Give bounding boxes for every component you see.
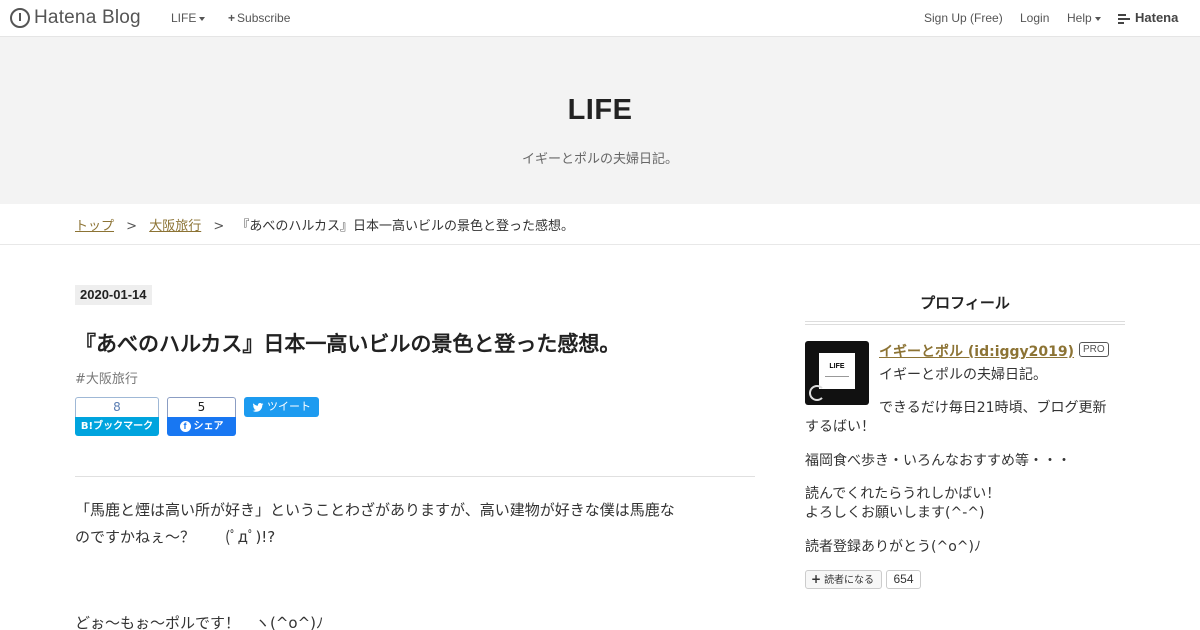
breadcrumb: トップ > 大阪旅行 > 『あべのハルカス』日本一高いビルの景色と登った感想。 xyxy=(75,215,574,234)
blog-header: LIFE イギーとポルの夫婦日記。 xyxy=(0,37,1200,204)
subscribe-link[interactable]: + Subscribe xyxy=(228,11,290,25)
profile-bio-line: よろしくお願いします(^-^) xyxy=(805,505,985,521)
plus-icon: + xyxy=(811,572,822,586)
entry-paragraph: どぉ～もぉ～ポルです！ ヽ(^o^)ﾉ xyxy=(75,610,755,630)
hatena-brand-link[interactable]: Hatena xyxy=(1118,10,1178,25)
avatar-arc-decoration xyxy=(809,385,825,401)
caret-down-icon xyxy=(1094,16,1101,21)
tweet-button[interactable]: ツイート xyxy=(244,397,319,417)
blog-menu-label: LIFE xyxy=(171,11,197,25)
breadcrumb-separator: > xyxy=(213,219,225,234)
facebook-label-wrap: f シェア xyxy=(167,417,236,436)
breadcrumb-separator: > xyxy=(126,219,138,234)
facebook-count: 5 xyxy=(167,397,236,417)
entry-category-link[interactable]: #大阪旅行 xyxy=(75,368,138,387)
subscribe-label: Subscribe xyxy=(237,11,291,25)
reader-button-label: 読者になる xyxy=(824,575,875,586)
subscribe-reader-button[interactable]: + 読者になる xyxy=(805,570,882,589)
help-dropdown[interactable]: Help xyxy=(1067,11,1101,25)
signup-link[interactable]: Sign Up (Free) xyxy=(924,11,1003,25)
entry-line: どぉ～もぉ～ポルです！ ヽ(^o^)ﾉ xyxy=(75,614,324,630)
breadcrumb-top-link[interactable]: トップ xyxy=(75,219,114,234)
twitter-bird-icon xyxy=(252,402,264,412)
blog-title[interactable]: LIFE xyxy=(0,94,1200,127)
entry-date[interactable]: 2020-01-14 xyxy=(75,285,152,305)
breadcrumb-divider xyxy=(0,244,1200,245)
avatar-text: LIFE xyxy=(829,363,845,370)
reader-count: 654 xyxy=(886,570,921,589)
entry-divider xyxy=(75,476,755,477)
profile-bio-line: 福岡食べ歩き・いろんなおすすめ等・・・ xyxy=(805,453,1071,469)
entry-line: のですかねぇ～？ (ﾟдﾟ)!? xyxy=(75,528,276,546)
entry-paragraph: 「馬鹿と煙は高い所が好き」ということわざがありますが、高い建物が好きな僕は馬鹿な… xyxy=(75,497,755,551)
bookmark-label: B!ブックマーク xyxy=(75,417,159,436)
pro-badge: PRO xyxy=(1079,342,1109,357)
profile-heading-rule xyxy=(805,321,1125,325)
profile-bio-line: イギーとポルの夫婦日記。 xyxy=(879,367,1047,383)
hatena-logo-icon xyxy=(10,8,30,28)
profile-bio-line: できるだけ毎日21時頃、ブログ更新 xyxy=(879,400,1107,416)
help-label: Help xyxy=(1067,11,1092,25)
breadcrumb-current: 『あべのハルカス』日本一高いビルの景色と登った感想。 xyxy=(236,219,575,234)
facebook-icon: f xyxy=(179,420,191,432)
breadcrumb-category-link[interactable]: 大阪旅行 xyxy=(149,219,201,234)
bookmark-count: 8 xyxy=(75,397,159,417)
hatena-blog-logo[interactable]: Hatena Blog xyxy=(10,7,141,29)
profile-bio-line: するばい！ xyxy=(805,419,875,435)
entry-line: 「馬鹿と煙は高い所が好き」ということわざがありますが、高い建物が好きな僕は馬鹿な xyxy=(75,501,675,519)
avatar[interactable]: LIFE xyxy=(805,341,869,405)
hatena-brand-label: Hatena xyxy=(1135,10,1179,25)
caret-down-icon xyxy=(199,16,206,21)
facebook-share-button[interactable]: 5 f シェア xyxy=(167,397,236,436)
logo-text: Hatena Blog xyxy=(34,7,141,28)
global-header: Hatena Blog LIFE + Subscribe Sign Up (Fre… xyxy=(0,0,1200,37)
profile-heading: プロフィール xyxy=(920,294,1010,312)
tweet-label: ツイート xyxy=(267,400,311,413)
login-link[interactable]: Login xyxy=(1020,11,1049,25)
hatena-bookmark-button[interactable]: 8 B!ブックマーク xyxy=(75,397,159,436)
facebook-label: シェア xyxy=(193,421,224,432)
blog-description: イギーとポルの夫婦日記。 xyxy=(521,152,678,167)
profile-bio-line: 読んでくれたらうれしかばい！ xyxy=(805,486,1001,502)
entry-title[interactable]: 『あべのハルカス』日本一高いビルの景色と登った感想。 xyxy=(75,328,620,358)
profile-bio-line: 読者登録ありがとう(^o^)ﾉ xyxy=(805,539,981,555)
profile-name-link[interactable]: イギーとポル (id:iggy2019) xyxy=(879,341,1074,361)
plus-icon: + xyxy=(228,11,236,25)
blog-menu-dropdown[interactable]: LIFE xyxy=(171,11,206,25)
hatena-brand-icon xyxy=(1118,13,1132,24)
avatar-logo: LIFE xyxy=(819,353,855,389)
